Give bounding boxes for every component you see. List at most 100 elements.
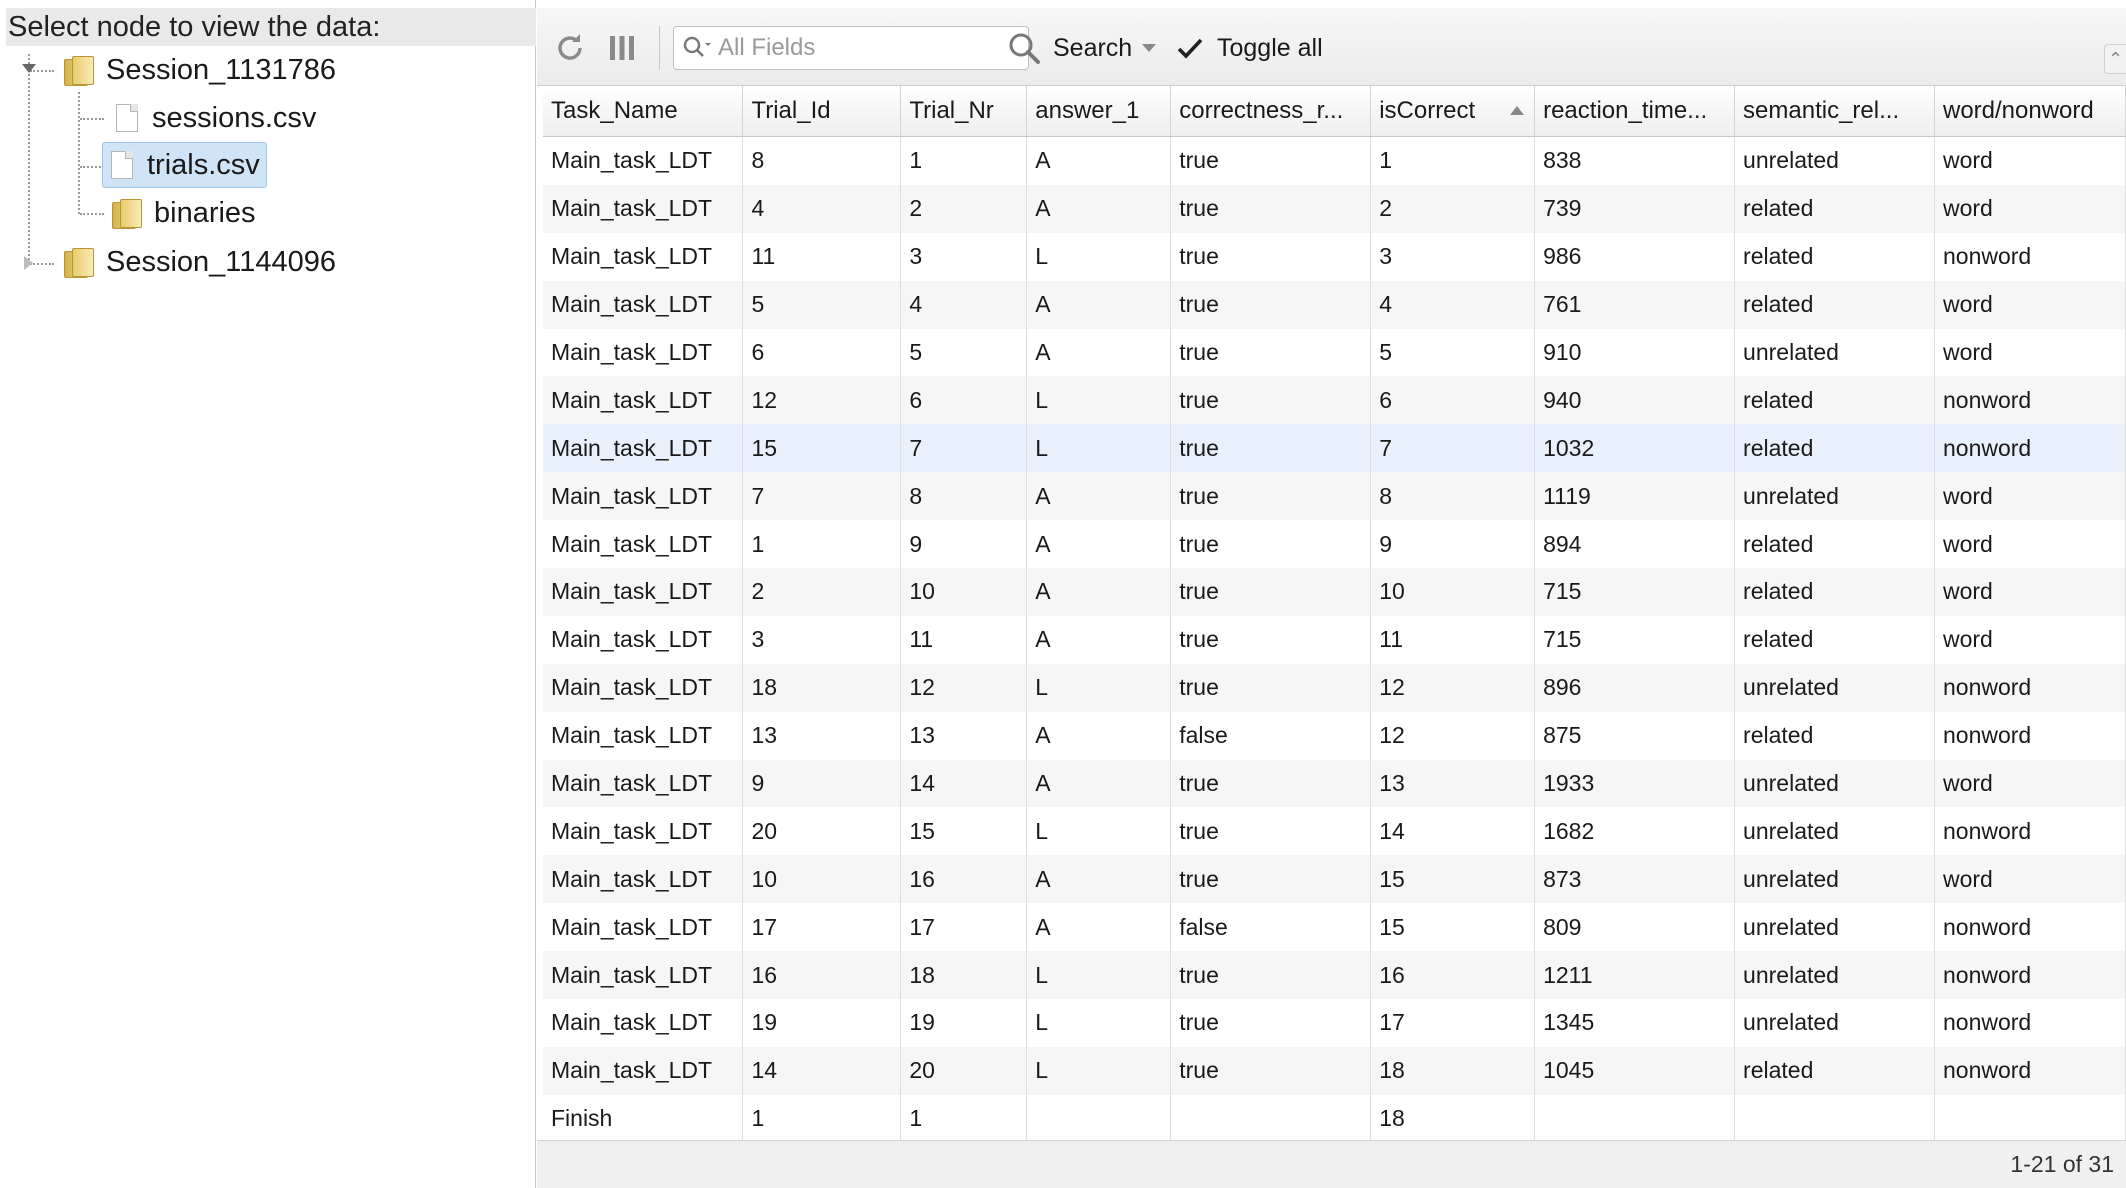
refresh-icon — [558, 34, 582, 60]
table-row[interactable]: Main_task_LDT 7 8 Atrue 8 1119 unrelated word — [543, 472, 2126, 521]
table-cell: unrelated — [1734, 663, 1935, 712]
table-row[interactable]: Finish 1 1 18 — [543, 1094, 2126, 1143]
table-cell: 1682 — [1534, 807, 1736, 856]
paging-info: 1-21 of 31 — [2010, 1151, 2114, 1177]
grid-footer: 1-21 of 31 — [537, 1140, 2126, 1188]
table-row[interactable]: Main_task_LDT 11 3 Ltrue 3 986 related nonword — [543, 232, 2126, 281]
table-cell: 8 — [742, 136, 902, 185]
tree-node-label: binaries — [154, 196, 256, 229]
table-row[interactable]: Main_task_LDT 16 18 Ltrue 16 1211 unrelated non… — [543, 951, 2126, 1000]
table-cell: Main_task_LDT — [543, 520, 744, 569]
tree-node-label: Session_1131786 — [106, 53, 337, 86]
column-header-task-name[interactable]: Task_Name — [543, 86, 744, 137]
columns-button[interactable] — [601, 28, 643, 68]
table-cell: word — [1934, 520, 2126, 569]
folder-icon — [64, 56, 94, 86]
table-cell: Main_task_LDT — [543, 424, 744, 473]
table-cell: true — [1170, 472, 1372, 521]
table-cell: 13 — [742, 711, 902, 760]
table-row[interactable]: Main_task_LDT 12 6 Ltrue 6 940 related nonword — [543, 376, 2126, 425]
table-cell: unrelated — [1734, 951, 1935, 1000]
table-cell: Main_task_LDT — [543, 232, 744, 281]
table-cell: 16 — [1370, 951, 1536, 1000]
table-row[interactable]: Main_task_LDT 15 7 Ltrue 7 1032 related nonword — [543, 424, 2126, 473]
table-cell: related — [1734, 711, 1935, 760]
table-cell: 761 — [1534, 280, 1736, 329]
table-cell: 4 — [1370, 280, 1536, 329]
toggle-all-button[interactable]: Toggle all — [1177, 24, 1323, 72]
table-cell: 10 — [900, 568, 1028, 616]
table-row[interactable]: Main_task_LDT 17 17 Afalse 15 809 unrelated non… — [543, 903, 2126, 952]
refresh-button[interactable] — [549, 28, 591, 68]
column-header-correctness[interactable]: correctness_r... — [1170, 86, 1372, 137]
expand-toggle-icon[interactable] — [22, 64, 36, 73]
tree-node-session-1144096[interactable]: Session_1144096 — [60, 240, 342, 284]
table-row[interactable]: Main_task_LDT 8 1 Atrue 1 838 unrelated word — [543, 136, 2126, 185]
column-header-word-nonword[interactable]: word/nonword — [1934, 86, 2126, 137]
column-header-trial-id[interactable]: Trial_Id — [742, 86, 902, 137]
file-icon — [116, 104, 138, 132]
column-header-trial-nr[interactable]: Trial_Nr — [900, 86, 1028, 137]
table-cell: related — [1734, 615, 1935, 664]
table-cell: 18 — [1370, 1094, 1536, 1143]
column-header-iscorrect[interactable]: isCorrect — [1370, 86, 1536, 137]
table-row[interactable]: Main_task_LDT 18 12 Ltrue 12 896 unrelated nonw… — [543, 663, 2126, 712]
table-cell: 7 — [1370, 424, 1536, 473]
table-row[interactable]: Main_task_LDT 2 10 Atrue 10 715 related word — [543, 568, 2126, 616]
collapse-toggle-icon[interactable] — [24, 256, 33, 270]
tree-node-session-1131786[interactable]: Session_1131786 — [60, 48, 342, 92]
table-cell: true — [1170, 520, 1372, 569]
table-cell: 1211 — [1534, 951, 1736, 1000]
table-cell: Main_task_LDT — [543, 376, 744, 425]
table-cell: true — [1170, 376, 1372, 425]
column-header-answer-1[interactable]: answer_1 — [1026, 86, 1172, 137]
search-input[interactable] — [712, 33, 1020, 63]
table-row[interactable]: Main_task_LDT 1 9 Atrue 9 894 related word — [543, 520, 2126, 569]
table-cell: A — [1026, 711, 1172, 760]
table-cell: 20 — [742, 807, 902, 856]
table-cell: unrelated — [1734, 759, 1935, 808]
tree-node-trials-csv[interactable]: trials.csv — [102, 142, 267, 188]
table-row[interactable]: Main_task_LDT 5 4 Atrue 4 761 related word — [543, 280, 2126, 329]
table-row[interactable]: Main_task_LDT 9 14 Atrue 13 1933 unrelated word — [543, 759, 2126, 808]
table-cell: 13 — [1370, 759, 1536, 808]
tree-node-binaries[interactable]: binaries — [108, 191, 262, 235]
table-row[interactable]: Main_task_LDT 3 11 Atrue 11 715 related word — [543, 615, 2126, 664]
table-row[interactable]: Main_task_LDT 19 19 Ltrue 17 1345 unrelated non… — [543, 999, 2126, 1047]
table-cell: related — [1734, 424, 1935, 473]
tree-node-label: Session_1144096 — [106, 245, 337, 278]
table-cell: 873 — [1534, 855, 1736, 904]
table-row[interactable]: Main_task_LDT 6 5 Atrue 5 910 unrelated word — [543, 328, 2126, 377]
table-row[interactable]: Main_task_LDT 14 20 Ltrue 18 1045 related nonwo… — [543, 1046, 2126, 1095]
table-row[interactable]: Main_task_LDT 10 16 Atrue 15 873 unrelated word — [543, 855, 2126, 904]
collapse-toolbar-icon[interactable]: ⌃ — [2104, 44, 2126, 74]
table-row[interactable]: Main_task_LDT 13 13 Afalse 12 875 related nonwo… — [543, 711, 2126, 760]
table-row[interactable]: Main_task_LDT 4 2 Atrue 2 739 related word — [543, 184, 2126, 233]
table-cell: A — [1026, 568, 1172, 616]
table-cell — [1734, 1094, 1935, 1143]
table-cell: related — [1734, 376, 1935, 425]
column-header-semantic-rel[interactable]: semantic_rel... — [1734, 86, 1935, 137]
table-cell: nonword — [1934, 1046, 2126, 1095]
table-cell: word — [1934, 280, 2126, 329]
table-cell: 838 — [1534, 136, 1736, 185]
search-field[interactable] — [673, 26, 1029, 70]
table-cell: 1 — [742, 1094, 902, 1143]
table-cell: true — [1170, 951, 1372, 1000]
table-cell: 12 — [1370, 663, 1536, 712]
toggle-all-label: Toggle all — [1217, 33, 1323, 62]
table-cell: nonword — [1934, 711, 2126, 760]
column-header-reaction-time[interactable]: reaction_time... — [1534, 86, 1736, 137]
search-button[interactable]: Search — [1007, 24, 1157, 72]
table-cell: L — [1026, 1046, 1172, 1095]
table-cell: word — [1934, 759, 2126, 808]
table-cell: L — [1026, 951, 1172, 1000]
table-cell: 2 — [1370, 184, 1536, 233]
table-cell: 15 — [1370, 855, 1536, 904]
table-cell: nonword — [1934, 424, 2126, 473]
table-row[interactable]: Main_task_LDT 20 15 Ltrue 14 1682 unrelated non… — [543, 807, 2126, 856]
table-cell: Main_task_LDT — [543, 1046, 744, 1095]
table-cell: true — [1170, 184, 1372, 233]
tree-node-sessions-csv[interactable]: sessions.csv — [108, 96, 322, 140]
table-cell: related — [1734, 1046, 1935, 1095]
